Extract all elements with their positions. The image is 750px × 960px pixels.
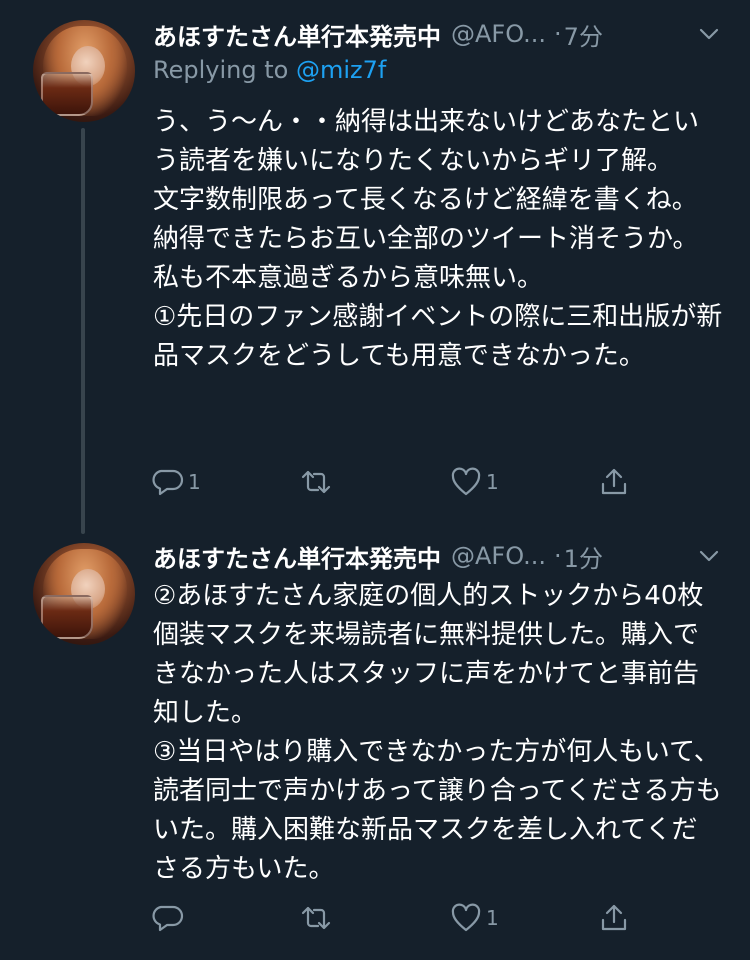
heart-icon (451, 903, 481, 932)
tweet-actions: 1 (150, 898, 650, 938)
tweet[interactable]: あほすたさん単行本発売中 @AFO... · 7分 Replying to @m… (0, 0, 750, 534)
timestamp[interactable]: 7分 (564, 17, 603, 52)
like-count: 1 (486, 470, 499, 494)
heart-icon (451, 467, 481, 496)
display-name[interactable]: あほすたさん単行本発売中 (153, 539, 441, 574)
reply-button[interactable]: 1 (152, 462, 201, 502)
like-button[interactable]: 1 (450, 898, 499, 938)
tweet-header: あほすたさん単行本発売中 @AFO... · 7分 (153, 16, 603, 52)
tweet-text: ②あほすたさん家庭の個人的ストックから40枚個装マスクを来場読者に無料提供した。… (153, 581, 722, 884)
chevron-down-icon[interactable] (697, 22, 721, 46)
replying-to: Replying to @miz7f (153, 56, 386, 84)
thread-line (81, 128, 85, 534)
chevron-down-icon[interactable] (697, 544, 721, 568)
reply-button[interactable] (152, 898, 188, 938)
replying-label: Replying to (153, 56, 296, 84)
timestamp[interactable]: 1分 (564, 539, 603, 574)
reply-icon (152, 905, 184, 932)
avatar[interactable] (33, 543, 135, 645)
tweet-header: あほすたさん単行本発売中 @AFO... · 1分 (153, 538, 603, 574)
user-handle[interactable]: @AFO... (451, 542, 546, 570)
retweet-button[interactable] (300, 462, 336, 502)
separator-dot: · (554, 20, 562, 48)
share-icon (601, 904, 627, 931)
share-button[interactable] (598, 898, 630, 938)
separator-dot: · (554, 542, 562, 570)
mention-link[interactable]: @miz7f (296, 56, 386, 84)
retweet-button[interactable] (300, 898, 336, 938)
like-count: 1 (486, 906, 499, 930)
reply-icon (152, 469, 184, 496)
reply-count: 1 (188, 470, 201, 494)
retweet-icon (301, 906, 331, 930)
display-name[interactable]: あほすたさん単行本発売中 (153, 17, 441, 52)
tweet-text: う、う〜ん・・納得は出来ないけどあなたという読者を嫌いになりたくないからギリ了解… (153, 107, 723, 371)
like-button[interactable]: 1 (450, 462, 499, 502)
share-button[interactable] (598, 462, 630, 502)
tweet-actions: 1 1 (150, 462, 650, 502)
avatar[interactable] (33, 20, 135, 122)
tweet[interactable]: あほすたさん単行本発売中 @AFO... · 1分 ②あほすたさん家庭の個人的ス… (0, 520, 750, 960)
share-icon (601, 468, 627, 495)
retweet-icon (301, 470, 331, 494)
user-handle[interactable]: @AFO... (451, 20, 546, 48)
